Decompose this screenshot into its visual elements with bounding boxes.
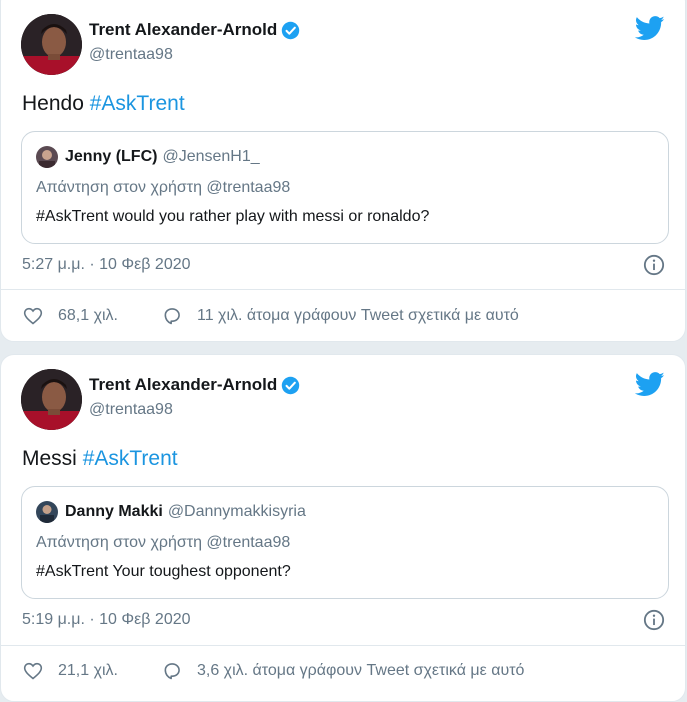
tweet-text-body: Messi [22, 447, 77, 470]
quoted-tweet-text: #AskTrent would you rather play with mes… [36, 208, 430, 225]
author-name[interactable]: Trent Alexander-Arnold [89, 20, 277, 40]
verified-badge-icon [282, 376, 300, 394]
hashtag-link[interactable]: #AskTrent [83, 447, 178, 470]
tweet-text: Messi #AskTrent [22, 447, 178, 471]
quoted-author-handle: @Dannymakkisyria [167, 503, 306, 520]
twitter-bird-icon[interactable] [635, 372, 665, 397]
tweet-card[interactable]: Trent Alexander-Arnold @trentaa98 Messi … [0, 354, 686, 702]
like-button[interactable]: 21,1 χιλ. [23, 661, 118, 681]
like-button[interactable]: 68,1 χιλ. [23, 306, 118, 326]
timestamp[interactable]: 5:19 μ.μ. · 10 Φεβ 2020 [22, 611, 191, 629]
tweet-text: Hendo #AskTrent [22, 92, 185, 116]
reply-bubble-icon [164, 663, 180, 680]
divider [1, 645, 685, 646]
author-name[interactable]: Trent Alexander-Arnold [89, 375, 277, 395]
avatar-photo [21, 369, 82, 430]
quoted-tweet[interactable]: Danny Makki @Dannymakkisyria Απάντηση στ… [21, 486, 669, 599]
twitter-bird-icon[interactable] [635, 16, 665, 41]
author-handle[interactable]: @trentaa98 [89, 46, 173, 64]
quoted-tweet-header: Jenny (LFC) @JensenH1_ [36, 146, 260, 168]
like-count: 21,1 χιλ. [58, 662, 118, 679]
verified-badge-icon [282, 21, 300, 39]
quoted-avatar [36, 146, 58, 168]
quoted-author-name: Danny Makki [65, 503, 163, 520]
tweet-actions: 68,1 χιλ. 11 χιλ. άτομα γράφουν Tweet σχ… [23, 306, 519, 326]
tweet-text-body: Hendo [22, 92, 84, 115]
avatar[interactable] [21, 14, 82, 75]
avatar[interactable] [21, 369, 82, 430]
author-name-row[interactable]: Trent Alexander-Arnold [89, 20, 300, 40]
quoted-reply-context: Απάντηση στον χρήστη @trentaa98 [36, 179, 291, 196]
reply-button[interactable]: 11 χιλ. άτομα γράφουν Tweet σχετικά με α… [162, 306, 519, 326]
author-name-row[interactable]: Trent Alexander-Arnold [89, 375, 300, 395]
divider [1, 289, 685, 290]
info-icon[interactable] [643, 254, 665, 276]
quoted-tweet-text: #AskTrent Your toughest opponent? [36, 563, 291, 580]
timestamp[interactable]: 5:27 μ.μ. · 10 Φεβ 2020 [22, 256, 191, 274]
quoted-tweet-header: Danny Makki @Dannymakkisyria [36, 501, 306, 523]
reply-button[interactable]: 3,6 χιλ. άτομα γράφουν Tweet σχετικά με … [162, 661, 524, 681]
quoted-author-name: Jenny (LFC) [65, 148, 158, 165]
info-icon[interactable] [643, 609, 665, 631]
quoted-author-handle: @JensenH1_ [162, 148, 260, 165]
reply-bubble-icon [164, 308, 180, 325]
quoted-avatar [36, 501, 58, 523]
heart-icon [23, 662, 43, 680]
talking-count: 3,6 χιλ. άτομα γράφουν Tweet σχετικά με … [196, 662, 525, 679]
heart-icon [23, 307, 43, 325]
talking-count: 11 χιλ. άτομα γράφουν Tweet σχετικά με α… [196, 307, 519, 324]
hashtag-link[interactable]: #AskTrent [90, 92, 185, 115]
quoted-reply-context: Απάντηση στον χρήστη @trentaa98 [36, 534, 291, 551]
avatar-photo [21, 14, 82, 75]
tweet-actions: 21,1 χιλ. 3,6 χιλ. άτομα γράφουν Tweet σ… [23, 661, 524, 681]
author-handle[interactable]: @trentaa98 [89, 401, 173, 419]
tweet-card[interactable]: Trent Alexander-Arnold @trentaa98 Hendo … [0, 0, 686, 342]
quoted-tweet[interactable]: Jenny (LFC) @JensenH1_ Απάντηση στον χρή… [21, 131, 669, 244]
like-count: 68,1 χιλ. [58, 307, 118, 324]
